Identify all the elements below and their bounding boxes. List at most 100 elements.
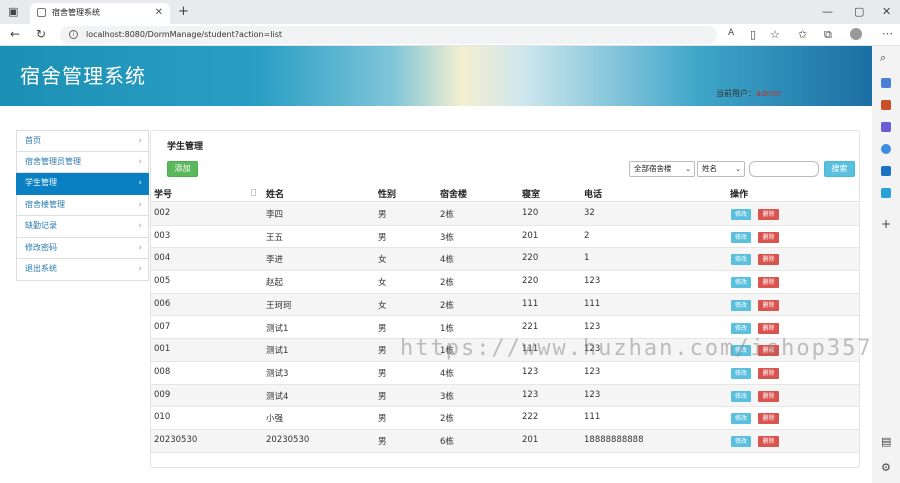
column-header-name: 姓名 xyxy=(266,190,285,200)
minimize-icon[interactable]: — xyxy=(822,6,833,17)
delete-button[interactable]: 删除 xyxy=(758,277,779,289)
site-info-icon[interactable]: i xyxy=(69,30,78,39)
cell-name: 测试3 xyxy=(266,368,289,379)
cell-phone: 123 xyxy=(584,366,601,377)
cell-id: 007 xyxy=(154,321,171,332)
close-window-icon[interactable]: ✕ xyxy=(882,6,891,17)
reload-icon[interactable]: ↻ xyxy=(36,28,46,40)
edit-button[interactable]: 修改 xyxy=(731,367,751,379)
more-menu-icon[interactable]: ⋯ xyxy=(882,28,893,39)
cell-gender: 男 xyxy=(378,346,387,357)
column-header-id[interactable]: 学号 xyxy=(154,187,172,200)
cell-building: 1栋 xyxy=(440,323,454,334)
delete-button[interactable]: 删除 xyxy=(758,436,779,447)
chevron-right-icon: › xyxy=(138,178,142,188)
settings-gear-icon[interactable]: ⚙ xyxy=(881,462,891,473)
sidebar-item-logout[interactable]: 退出系统 › xyxy=(16,259,149,281)
delete-button[interactable]: 删除 xyxy=(758,367,779,379)
outlook-icon[interactable] xyxy=(881,166,891,176)
page-favicon-icon xyxy=(37,8,46,17)
table-row: 005 赵起 女 2栋 220 123 修改 删除 xyxy=(151,271,859,294)
table-row: 008 测试3 男 4栋 123 123 修改 删除 xyxy=(151,362,859,385)
cell-name: 测试1 xyxy=(266,346,289,357)
cell-building: 4栋 xyxy=(440,255,454,266)
cell-room: 201 xyxy=(522,435,539,445)
delete-button[interactable]: 删除 xyxy=(758,299,779,311)
close-tab-icon[interactable]: ✕ xyxy=(155,3,163,22)
cell-name: 李四 xyxy=(266,210,284,220)
drop-icon[interactable] xyxy=(881,188,891,198)
delete-button[interactable]: 删除 xyxy=(758,254,779,266)
cell-room: 220 xyxy=(522,253,539,264)
url-field[interactable]: i localhost:8080/DormManage/student?acti… xyxy=(60,26,717,44)
add-button[interactable]: 添加 xyxy=(167,161,198,177)
favorites-icon[interactable]: ✩ xyxy=(798,29,807,40)
edit-button[interactable]: 修改 xyxy=(731,390,751,402)
sidebar-item-buildings[interactable]: 宿舍楼管理 › xyxy=(16,194,149,216)
delete-button[interactable]: 删除 xyxy=(758,413,779,425)
table-row: 010 小强 男 2栋 222 111 修改 删除 xyxy=(151,407,859,430)
building-filter-select[interactable]: 全部宿舍楼 ⌄ xyxy=(629,161,695,177)
new-tab-icon[interactable]: + xyxy=(178,5,189,18)
chevron-right-icon: › xyxy=(138,221,142,231)
cell-name: 20230530 xyxy=(266,435,310,445)
edit-button[interactable]: 修改 xyxy=(731,231,751,243)
office-icon[interactable] xyxy=(881,144,891,154)
cell-name: 小强 xyxy=(266,414,284,425)
search-input[interactable] xyxy=(749,161,819,177)
tools-icon[interactable] xyxy=(881,100,891,110)
back-icon[interactable]: ← xyxy=(10,28,20,40)
field-filter-select[interactable]: 姓名 ⌄ xyxy=(697,161,745,177)
current-user-label: 当前用户： xyxy=(716,89,756,98)
sidebar-item-students[interactable]: 学生管理 › xyxy=(16,173,149,195)
cell-gender: 男 xyxy=(378,323,387,334)
search-button[interactable]: 搜索 xyxy=(824,161,855,177)
current-username: admin xyxy=(756,89,782,98)
delete-button[interactable]: 删除 xyxy=(758,209,779,220)
cell-name: 王五 xyxy=(266,232,284,243)
table-row: 002 李四 男 2栋 120 32 修改 删除 xyxy=(151,203,859,226)
edit-button[interactable]: 修改 xyxy=(731,436,751,447)
chevron-right-icon: › xyxy=(138,199,142,210)
cell-building: 2栋 xyxy=(440,414,454,425)
cell-name: 测试1 xyxy=(266,323,289,334)
table-row: 20230530 20230530 男 6栋 201 18888888888 修改 删除 xyxy=(151,430,859,453)
sidebar-item-password[interactable]: 修改密码 › xyxy=(16,237,149,259)
delete-button[interactable]: 删除 xyxy=(758,322,779,334)
sidebar-item-absence[interactable]: 缺勤记录 › xyxy=(16,216,149,238)
delete-button[interactable]: 删除 xyxy=(758,390,779,402)
sidebar-item-label: 首页 xyxy=(25,136,41,145)
cell-gender: 男 xyxy=(378,391,387,402)
cell-building: 3栋 xyxy=(440,391,454,402)
copilot-icon[interactable] xyxy=(881,122,891,132)
cell-id: 002 xyxy=(154,208,171,218)
read-aloud-icon[interactable]: A xyxy=(728,29,734,38)
table-header: 学号 姓名 性别 宿舍楼 寝室 电话 操作 xyxy=(151,183,859,202)
browser-tab[interactable]: 宿舍管理系统 ✕ xyxy=(30,3,170,24)
search-icon[interactable]: ⌕ xyxy=(880,52,886,63)
sidebar-item-dorm-admins[interactable]: 宿舍管理员管理 › xyxy=(16,151,149,173)
system-title: 宿舍管理系统 xyxy=(20,64,146,88)
maximize-icon[interactable]: ▢ xyxy=(854,6,864,17)
reader-view-icon[interactable]: ▯ xyxy=(750,29,756,40)
collections-icon[interactable]: ⧉ xyxy=(824,29,832,40)
tab-actions-icon[interactable]: ▣ xyxy=(8,6,18,17)
cell-phone: 1 xyxy=(584,253,590,264)
edit-button[interactable]: 修改 xyxy=(731,322,751,334)
edit-button[interactable]: 修改 xyxy=(731,413,751,425)
shopping-icon[interactable] xyxy=(881,78,891,88)
add-sidebar-app-icon[interactable]: + xyxy=(881,218,891,230)
sidebar-layout-icon[interactable]: ▤ xyxy=(881,436,891,447)
delete-button[interactable]: 删除 xyxy=(758,231,779,243)
profile-avatar-icon[interactable] xyxy=(850,28,862,40)
edit-button[interactable]: 修改 xyxy=(731,277,751,289)
cell-building: 3栋 xyxy=(440,232,454,243)
sidebar-item-home[interactable]: 首页 › xyxy=(16,130,149,152)
edit-button[interactable]: 修改 xyxy=(731,299,751,311)
edit-button[interactable]: 修改 xyxy=(731,254,751,266)
edit-button[interactable]: 修改 xyxy=(731,209,751,220)
table-row: 003 王五 男 3栋 201 2 修改 删除 xyxy=(151,226,859,249)
panel-title: 学生管理 xyxy=(167,142,204,152)
favorite-star-icon[interactable]: ☆ xyxy=(770,29,780,40)
sort-icon[interactable] xyxy=(251,189,256,196)
